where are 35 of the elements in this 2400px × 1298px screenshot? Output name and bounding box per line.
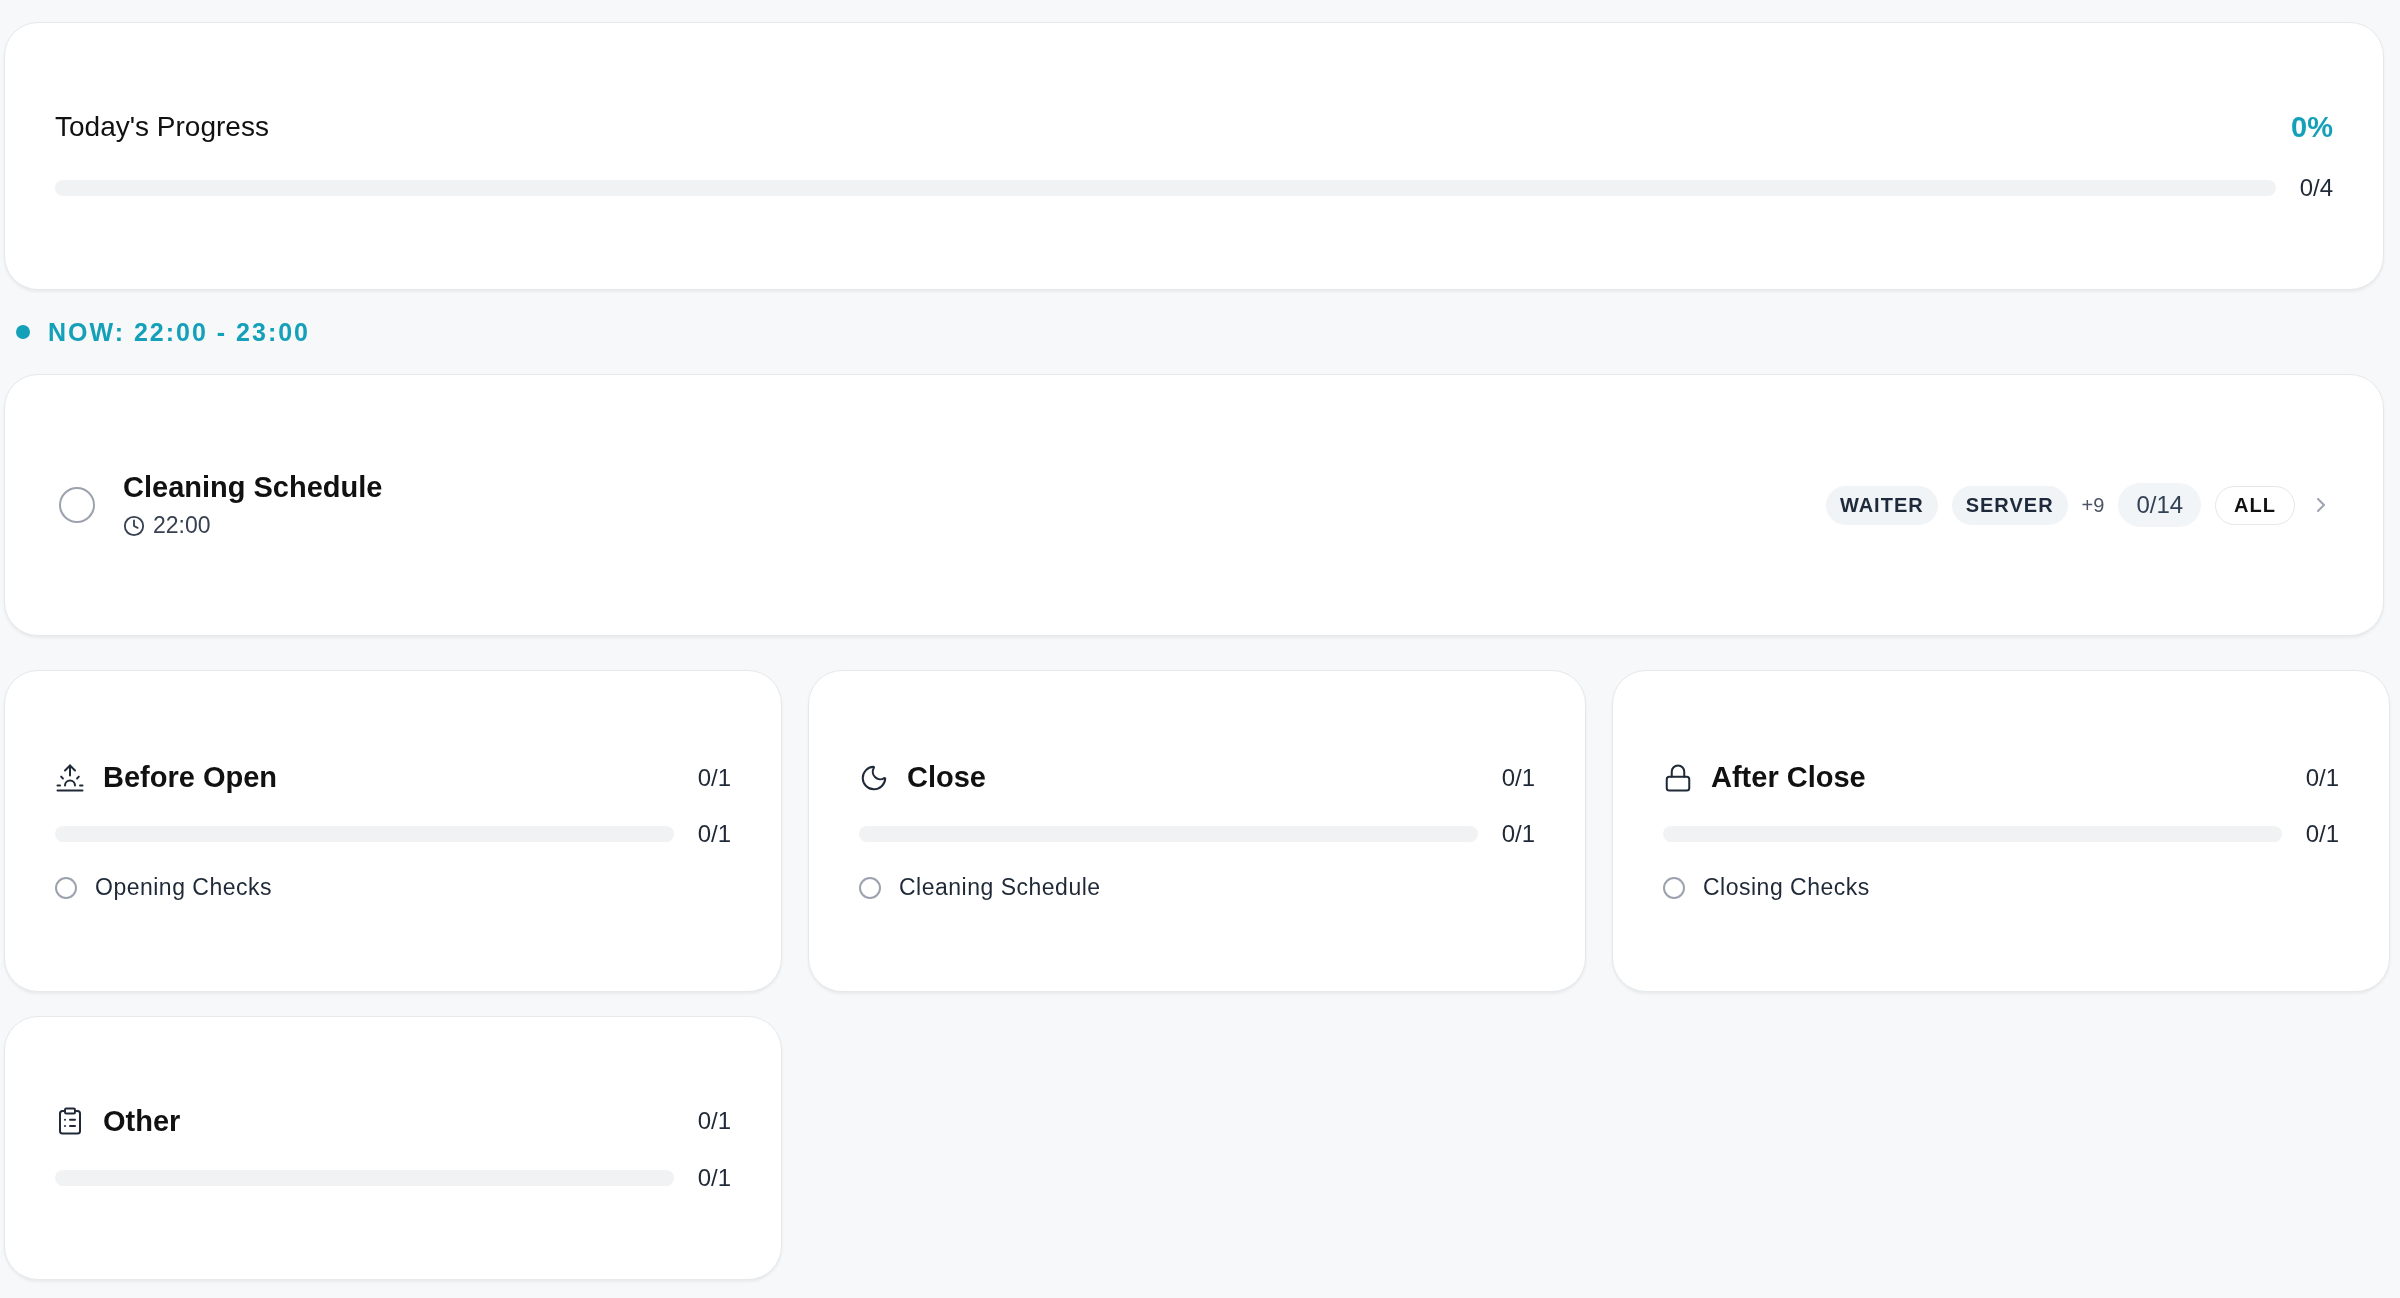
category-bar-count: 0/1 xyxy=(2305,820,2339,848)
role-tag: SERVER xyxy=(1951,485,2068,525)
time-slot-label: NOW: 22:00 - 23:00 xyxy=(48,317,310,347)
role-tag: WAITER xyxy=(1825,485,1938,525)
task-label[interactable]: Closing Checks xyxy=(1703,874,1870,901)
task-title: Cleaning Schedule xyxy=(123,471,384,504)
category-bar-count: 0/1 xyxy=(697,820,731,848)
category-title: After Close xyxy=(1711,761,1866,794)
category-title: Close xyxy=(907,761,986,794)
category-count: 0/1 xyxy=(697,1107,731,1135)
task-checkbox[interactable] xyxy=(859,876,881,899)
category-count: 0/1 xyxy=(1501,763,1535,792)
task-time: 22:00 xyxy=(153,512,211,539)
progress-percent: 0% xyxy=(2291,110,2333,144)
task-count: 0/14 xyxy=(2118,483,2202,527)
category-count: 0/1 xyxy=(697,763,731,792)
task-checkbox[interactable] xyxy=(59,487,95,523)
task-label[interactable]: Opening Checks xyxy=(95,874,273,901)
task-card[interactable]: Cleaning Schedule 22:00 WAITER SERVER +9 0/14 ALL xyxy=(4,374,2384,636)
lock-icon xyxy=(1663,762,1693,793)
category-title: Other xyxy=(103,1104,181,1138)
task-label[interactable]: Cleaning Schedule xyxy=(899,874,1101,901)
category-bar-count: 0/1 xyxy=(1501,820,1535,848)
scope-button[interactable]: ALL xyxy=(2215,485,2295,525)
category-count: 0/1 xyxy=(2305,763,2339,792)
clock-icon xyxy=(123,514,145,537)
progress-count: 0/4 xyxy=(2299,173,2333,202)
task-checkbox[interactable] xyxy=(1663,876,1685,899)
category-title: Before Open xyxy=(103,761,278,794)
progress-title: Today's Progress xyxy=(55,111,269,143)
category-bar-count: 0/1 xyxy=(697,1163,731,1192)
more-roles-count: +9 xyxy=(2081,493,2105,517)
status-dot xyxy=(16,325,30,339)
task-checkbox[interactable] xyxy=(55,876,77,899)
sunrise-icon xyxy=(55,762,85,793)
